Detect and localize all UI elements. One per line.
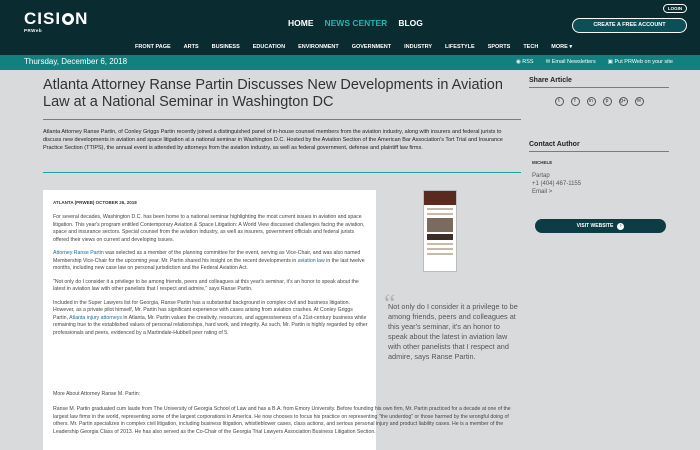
pull-quote: Not only do I consider it a privilege to… xyxy=(388,302,518,361)
cat-education[interactable]: EDUCATION xyxy=(253,44,285,50)
article-paragraph-1: For several decades, Washington D.C. has… xyxy=(53,214,365,243)
email-newsletters-label: Email Newsletters xyxy=(551,59,596,65)
cision-logo[interactable]: CISI N xyxy=(24,9,88,29)
cat-sports[interactable]: SPORTS xyxy=(488,44,511,50)
attorney-link[interactable]: Attorney Ranse Partin xyxy=(53,250,104,256)
article-dateline: ATLANTA (PRWEB) OCTOBER 26, 2018 xyxy=(53,200,137,205)
thumb-image xyxy=(427,218,453,232)
cat-government[interactable]: GOVERNMENT xyxy=(352,44,391,50)
cat-arts[interactable]: ARTS xyxy=(184,44,199,50)
google-plus-icon[interactable]: g+ xyxy=(618,97,628,106)
put-prweb-label: Put PRWeb on your site xyxy=(614,59,674,65)
top-nav: HOME NEWS CENTER BLOG xyxy=(288,18,423,28)
summary-divider xyxy=(43,172,521,173)
cat-more[interactable]: MORE ▾ xyxy=(551,44,572,50)
category-nav: FRONT PAGE ARTS BUSINESS EDUCATION ENVIR… xyxy=(135,44,572,50)
create-account-button[interactable]: CREATE A FREE ACCOUNT xyxy=(572,18,687,33)
rss-link[interactable]: ◉ RSS xyxy=(516,59,534,65)
thumb-line xyxy=(427,243,453,245)
top-header: CISI N PRWeb HOME NEWS CENTER BLOG LOGIN … xyxy=(0,0,700,40)
date-bar: Thursday, December 6, 2018 ◉ RSS ✉ Email… xyxy=(0,55,700,70)
arrow-right-icon: › xyxy=(617,223,625,230)
date-links: ◉ RSS ✉ Email Newsletters ▣ Put PRWeb on… xyxy=(516,59,673,65)
share-title: Share Article xyxy=(529,77,572,84)
facebook-icon[interactable]: f xyxy=(570,97,580,106)
thumb-line xyxy=(427,253,453,255)
email-icon[interactable]: ✉ xyxy=(634,97,644,106)
contact-email-link[interactable]: Email > xyxy=(532,188,581,196)
article-headline: Atlanta Attorney Ranse Partin Discusses … xyxy=(43,77,503,110)
share-icons: t f in p g+ ✉ xyxy=(529,97,669,106)
thumb-line xyxy=(427,248,453,250)
article-summary: Atlanta Attorney Ranse Partin, of Conley… xyxy=(43,129,503,151)
nav-blog[interactable]: BLOG xyxy=(398,18,423,28)
visit-website-label: VISIT WEBSITE xyxy=(576,223,614,229)
more-about-heading: More About Attorney Ranse M. Partin: xyxy=(53,391,141,397)
cat-front-page[interactable]: FRONT PAGE xyxy=(135,44,171,50)
category-bar: FRONT PAGE ARTS BUSINESS EDUCATION ENVIR… xyxy=(0,40,700,55)
contact-title: Contact Author xyxy=(529,141,580,148)
contact-phone[interactable]: +1 (404) 467-1155 xyxy=(532,180,581,188)
nav-news-center[interactable]: NEWS CENTER xyxy=(325,18,388,28)
twitter-icon[interactable]: t xyxy=(554,97,564,106)
cat-industry[interactable]: INDUSTRY xyxy=(404,44,432,50)
bio-paragraph: Ranse M. Partin graduated cum laude from… xyxy=(53,406,511,435)
share-divider xyxy=(529,87,669,88)
thumb-strip xyxy=(427,234,453,240)
article-paragraph-3: "Not only do I consider it a privilege t… xyxy=(53,278,359,293)
contact-divider xyxy=(529,151,669,152)
email-newsletters-link[interactable]: ✉ Email Newsletters xyxy=(546,59,596,65)
thumb-line xyxy=(427,213,453,215)
put-prweb-link[interactable]: ▣ Put PRWeb on your site xyxy=(608,59,673,65)
nav-home[interactable]: HOME xyxy=(288,18,314,28)
headline-divider xyxy=(43,119,521,120)
contact-panel: Contact Author xyxy=(529,141,669,152)
thumb-header xyxy=(424,191,456,205)
aviation-law-link[interactable]: aviation law xyxy=(298,258,325,264)
rss-icon: ◉ xyxy=(515,59,521,65)
share-panel: Share Article t f in p g+ ✉ xyxy=(529,77,669,106)
embed-icon: ▣ xyxy=(607,59,613,65)
contact-org: Partap xyxy=(532,173,550,179)
rss-label: RSS xyxy=(522,59,534,65)
cat-environment[interactable]: ENVIRONMENT xyxy=(298,44,339,50)
injury-attorneys-link[interactable]: Atlanta injury attorneys xyxy=(69,315,122,321)
contact-details: Partap +1 (404) 467-1155 Email > xyxy=(532,172,581,196)
current-date: Thursday, December 6, 2018 xyxy=(24,57,128,66)
thumb-line xyxy=(427,208,453,210)
pinterest-icon[interactable]: p xyxy=(602,97,612,106)
article-paragraph-2: Attorney Ranse Partin was selected as a … xyxy=(53,250,368,273)
cat-business[interactable]: BUSINESS xyxy=(212,44,240,50)
login-button[interactable]: LOGIN xyxy=(663,4,687,13)
cat-tech[interactable]: TECH xyxy=(523,44,538,50)
contact-name: MICHELE xyxy=(532,160,553,165)
linkedin-icon[interactable]: in xyxy=(586,97,596,106)
envelope-icon: ✉ xyxy=(545,59,551,65)
website-thumbnail[interactable] xyxy=(423,190,457,272)
visit-website-button[interactable]: VISIT WEBSITE › xyxy=(535,219,666,233)
cat-lifestyle[interactable]: LIFESTYLE xyxy=(445,44,475,50)
article-paragraph-4: Included in the Super Lawyers list for G… xyxy=(53,300,368,338)
logo-subtitle: PRWeb xyxy=(24,28,43,33)
